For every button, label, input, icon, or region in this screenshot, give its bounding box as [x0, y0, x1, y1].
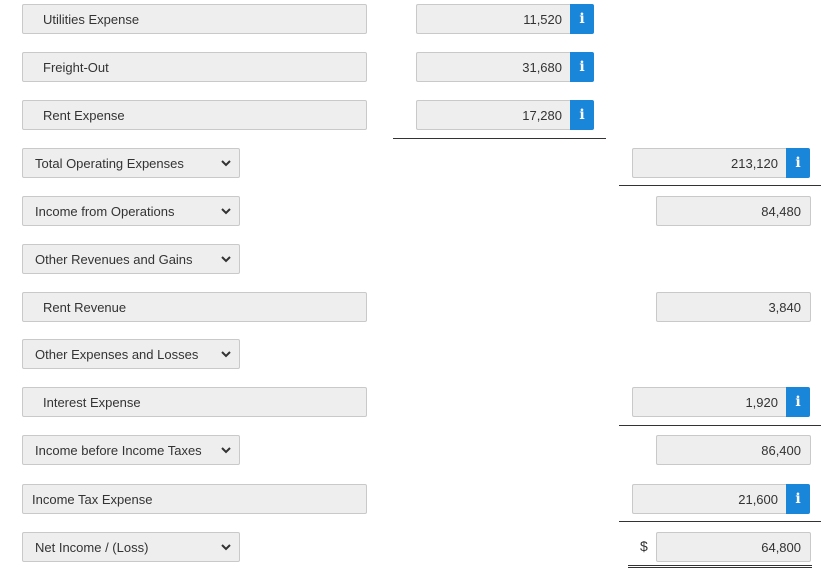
- amount-text: 21,600: [738, 491, 778, 507]
- currency-symbol: $: [640, 538, 648, 554]
- amount-text: 31,680: [522, 59, 562, 75]
- chevron-down-icon: [221, 208, 231, 215]
- label-text: Freight-Out: [43, 59, 109, 75]
- amount-input-income-tax-expense[interactable]: 21,600: [632, 484, 787, 514]
- amount-text: 64,800: [761, 539, 801, 555]
- label-text: Interest Expense: [43, 394, 141, 410]
- select-text: Net Income / (Loss): [35, 539, 149, 555]
- amount-input-utilities-expense[interactable]: 11,520: [416, 4, 571, 34]
- select-net-income-loss[interactable]: Net Income / (Loss): [22, 532, 240, 562]
- info-icon[interactable]: i: [570, 4, 594, 34]
- select-text: Income from Operations: [35, 203, 175, 219]
- label-field-utilities-expense[interactable]: Utilities Expense: [22, 4, 367, 34]
- amount-input-income-from-operations[interactable]: 84,480: [656, 196, 811, 226]
- select-income-from-operations[interactable]: Income from Operations: [22, 196, 240, 226]
- info-icon[interactable]: i: [570, 100, 594, 130]
- amount-input-income-before-income-taxes[interactable]: 86,400: [656, 435, 811, 465]
- select-other-revenues-and-gains[interactable]: Other Revenues and Gains: [22, 244, 240, 274]
- subtotal-rule: [619, 425, 821, 426]
- select-total-operating-expenses[interactable]: Total Operating Expenses: [22, 148, 240, 178]
- select-text: Income before Income Taxes: [35, 442, 202, 458]
- label-field-interest-expense[interactable]: Interest Expense: [22, 387, 367, 417]
- subtotal-rule: [393, 138, 606, 139]
- subtotal-rule: [619, 521, 821, 522]
- chevron-down-icon: [221, 256, 231, 263]
- amount-input-rent-revenue[interactable]: 3,840: [656, 292, 811, 322]
- label-field-income-tax-expense[interactable]: Income Tax Expense: [22, 484, 367, 514]
- chevron-down-icon: [221, 351, 231, 358]
- amount-input-net-income-loss[interactable]: 64,800: [656, 532, 811, 562]
- label-field-rent-revenue[interactable]: Rent Revenue: [22, 292, 367, 322]
- amount-text: 86,400: [761, 442, 801, 458]
- select-text: Other Expenses and Losses: [35, 346, 199, 362]
- select-text: Other Revenues and Gains: [35, 251, 193, 267]
- amount-text: 3,840: [768, 299, 801, 315]
- label-text: Income Tax Expense: [32, 491, 153, 507]
- amount-text: 17,280: [522, 107, 562, 123]
- label-text: Rent Revenue: [43, 299, 127, 315]
- label-field-rent-expense[interactable]: Rent Expense: [22, 100, 367, 130]
- select-income-before-income-taxes[interactable]: Income before Income Taxes: [22, 435, 240, 465]
- info-icon[interactable]: i: [786, 484, 810, 514]
- amount-text: 11,520: [523, 11, 562, 27]
- select-other-expenses-and-losses[interactable]: Other Expenses and Losses: [22, 339, 240, 369]
- amount-input-freight-out[interactable]: 31,680: [416, 52, 571, 82]
- info-icon[interactable]: i: [786, 148, 810, 178]
- amount-input-total-operating-expenses[interactable]: 213,120: [632, 148, 787, 178]
- chevron-down-icon: [221, 544, 231, 551]
- select-text: Total Operating Expenses: [35, 155, 184, 171]
- amount-text: 84,480: [761, 203, 801, 219]
- amount-text: 213,120: [731, 155, 778, 171]
- total-double-rule: [628, 565, 812, 568]
- label-text: Utilities Expense: [43, 11, 140, 27]
- info-icon[interactable]: i: [786, 387, 810, 417]
- amount-input-rent-expense[interactable]: 17,280: [416, 100, 571, 130]
- chevron-down-icon: [221, 447, 231, 454]
- amount-input-interest-expense[interactable]: 1,920: [632, 387, 787, 417]
- label-text: Rent Expense: [43, 107, 125, 123]
- chevron-down-icon: [221, 160, 231, 167]
- info-icon[interactable]: i: [570, 52, 594, 82]
- subtotal-rule: [619, 185, 821, 186]
- label-field-freight-out[interactable]: Freight-Out: [22, 52, 367, 82]
- amount-text: 1,920: [745, 394, 778, 410]
